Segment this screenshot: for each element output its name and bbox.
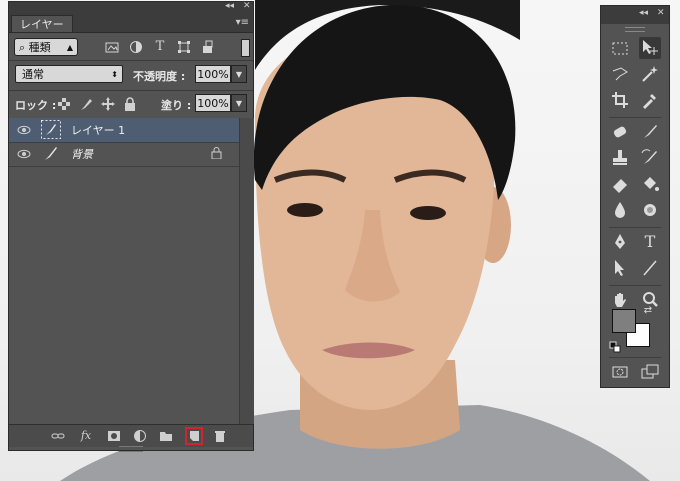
filter-kind-select[interactable]: ⌕ 種類 ▲ <box>14 38 78 56</box>
screen-mode-icon[interactable] <box>639 361 661 383</box>
shape-filter-icon[interactable] <box>177 40 191 54</box>
type-tool-icon[interactable]: T <box>639 231 661 253</box>
layer-mask-icon[interactable] <box>107 429 121 443</box>
pen-tool-icon[interactable] <box>609 231 631 253</box>
opacity-input[interactable]: 100% <box>195 65 231 83</box>
brush-tool-icon[interactable] <box>639 121 661 143</box>
lock-label: ロック : <box>15 99 57 112</box>
layers-tab-row: レイヤー ▾≡ <box>9 12 253 33</box>
layer-name[interactable]: レイヤー 1 <box>71 122 125 138</box>
swap-colors-icon[interactable]: ⇄ <box>641 304 655 318</box>
layer-list-scrollbar[interactable] <box>239 118 254 424</box>
blend-mode-value: 通常 <box>22 68 44 81</box>
filter-toggle-switch[interactable] <box>241 39 250 57</box>
opacity-label: 不透明度 : <box>133 70 186 83</box>
magic-wand-tool-icon[interactable] <box>639 63 661 85</box>
default-colors-icon[interactable] <box>609 339 621 353</box>
layer-style-icon[interactable]: fx <box>79 429 93 443</box>
layer-name[interactable]: 背景 <box>71 146 93 162</box>
history-brush-tool-icon[interactable] <box>639 147 661 169</box>
lock-position-icon[interactable] <box>101 97 115 111</box>
clone-stamp-tool-icon[interactable] <box>609 147 631 169</box>
marquee-tool-icon[interactable] <box>609 37 631 59</box>
filter-kind-label: 種類 <box>28 41 51 54</box>
layers-bottom-toolbar: fx <box>9 424 253 447</box>
spot-healing-tool-icon[interactable] <box>609 121 631 143</box>
crop-tool-icon[interactable] <box>609 89 631 111</box>
blend-mode-select[interactable]: 通常 ⬍ <box>15 65 123 83</box>
delete-layer-icon[interactable] <box>213 429 227 443</box>
select-arrows-icon: ▲ <box>66 43 73 52</box>
collapse-icon[interactable]: ◂◂ <box>225 1 234 11</box>
layer-row-background[interactable]: 背景 <box>9 142 239 167</box>
panel-menu-icon[interactable]: ▾≡ <box>236 17 249 28</box>
fill-input[interactable]: 100% <box>195 94 231 112</box>
blur-tool-icon[interactable] <box>609 199 631 221</box>
lock-transparent-pixels-icon[interactable] <box>57 97 71 111</box>
lasso-tool-icon[interactable] <box>609 63 631 85</box>
tools-grip[interactable] <box>625 27 645 32</box>
close-icon[interactable]: ✕ <box>657 8 665 18</box>
layer-thumbnail <box>45 147 57 160</box>
close-icon[interactable]: ✕ <box>243 1 251 11</box>
adjustment-filter-icon[interactable] <box>129 40 143 54</box>
link-layers-icon[interactable] <box>51 429 65 443</box>
tools-panel: ◂◂ ✕ T ⇄ <box>600 5 670 388</box>
eraser-tool-icon[interactable] <box>609 173 631 195</box>
new-layer-icon[interactable] <box>185 427 203 445</box>
layers-panel-titlebar[interactable]: ◂◂ ✕ <box>9 1 253 12</box>
layers-panel: ◂◂ ✕ レイヤー ▾≡ ⌕ 種類 ▲ T 通常 ⬍ 不透明度 : 100% ▼… <box>8 1 254 452</box>
search-icon: ⌕ <box>19 41 26 54</box>
paint-bucket-tool-icon[interactable] <box>639 173 661 195</box>
group-folder-icon[interactable] <box>159 429 173 443</box>
layer-lock-icon <box>211 147 222 159</box>
select-arrows-icon: ⬍ <box>111 70 118 79</box>
collapse-icon[interactable]: ◂◂ <box>639 8 648 18</box>
tools-panel-titlebar[interactable]: ◂◂ ✕ <box>601 6 669 24</box>
layer-thumbnail <box>41 120 61 139</box>
foreground-color-swatch[interactable] <box>612 309 636 333</box>
quick-mask-icon[interactable] <box>609 361 631 383</box>
lock-all-icon[interactable] <box>123 97 137 111</box>
line-tool-icon[interactable] <box>639 257 661 279</box>
visibility-eye-icon[interactable] <box>17 123 31 137</box>
eyedropper-tool-icon[interactable] <box>639 89 661 111</box>
smart-object-filter-icon[interactable] <box>201 40 215 54</box>
path-selection-tool-icon[interactable] <box>609 257 631 279</box>
layer-list: レイヤー 1 背景 <box>9 118 239 424</box>
fill-label: 塗り : <box>161 99 192 112</box>
opacity-dropdown-button[interactable]: ▼ <box>231 65 247 83</box>
hand-tool-icon[interactable] <box>609 289 631 311</box>
lock-image-pixels-icon[interactable] <box>79 97 93 111</box>
type-filter-icon[interactable]: T <box>153 40 167 54</box>
move-tool-icon[interactable] <box>639 37 661 59</box>
layer-filter-row: ⌕ 種類 ▲ T <box>9 33 253 61</box>
tab-layers[interactable]: レイヤー <box>11 15 73 32</box>
layer-row-layer-1[interactable]: レイヤー 1 <box>9 118 239 143</box>
adjustment-layer-icon[interactable] <box>133 429 147 443</box>
fill-dropdown-button[interactable]: ▼ <box>231 94 247 112</box>
dodge-tool-icon[interactable] <box>639 199 661 221</box>
panel-resize-grip[interactable] <box>119 446 143 452</box>
visibility-eye-icon[interactable] <box>17 147 31 161</box>
image-filter-icon[interactable] <box>105 40 119 54</box>
